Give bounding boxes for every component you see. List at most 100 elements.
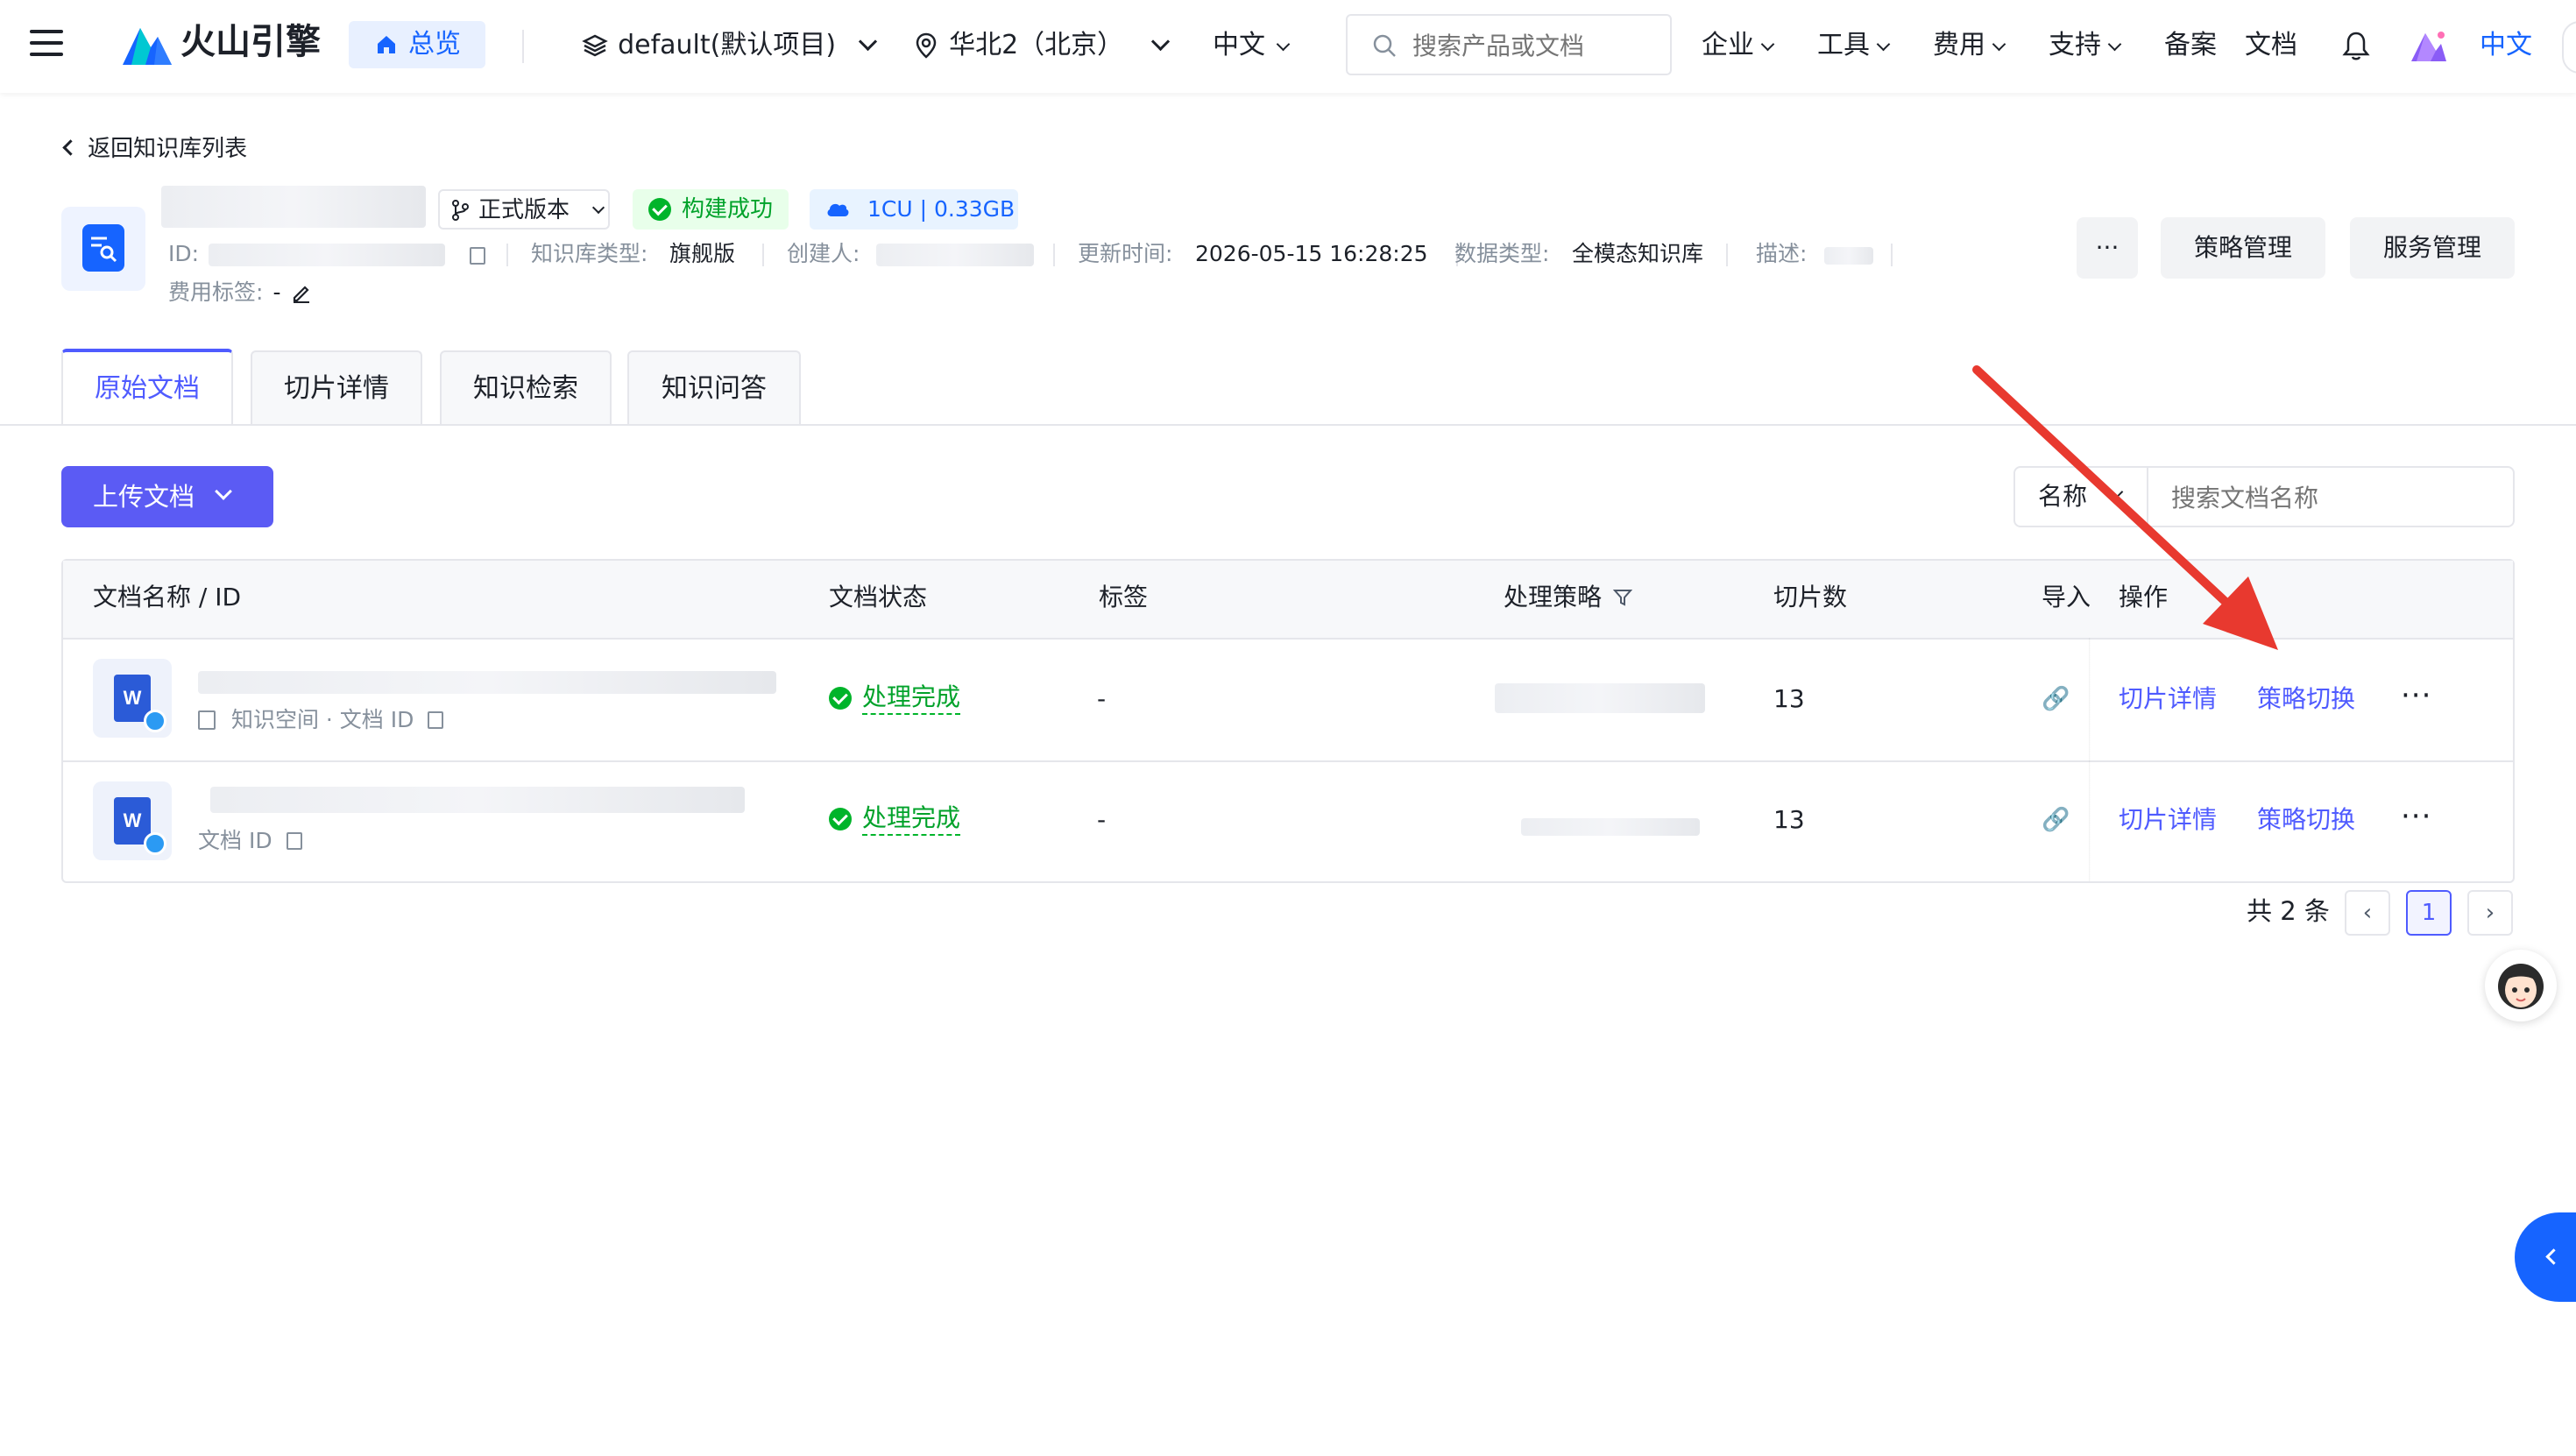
logo-text: 火山引擎 <box>180 22 321 62</box>
slice-details-link[interactable]: 切片详情 <box>2119 682 2217 717</box>
filter-icon[interactable] <box>1612 588 1633 607</box>
slice-details-link[interactable]: 切片详情 <box>2119 802 2217 838</box>
strategy-redacted <box>1521 818 1700 836</box>
copy-icon[interactable] <box>428 711 444 729</box>
status-text[interactable]: 处理完成 <box>862 803 961 836</box>
chevron-down-icon <box>2107 37 2122 52</box>
language-selector[interactable]: 中文 <box>1213 26 1291 65</box>
strategy-management-button[interactable]: 策略管理 <box>2161 217 2325 279</box>
menu-billing-label: 费用 <box>1933 30 1985 60</box>
chevron-down-icon <box>1151 32 1171 52</box>
menu-enterprise[interactable]: 企业 <box>1702 26 1775 65</box>
document-search-icon <box>91 237 117 263</box>
collapse-side-panel-button[interactable] <box>2515 1212 2576 1302</box>
doc-name-redacted[interactable] <box>198 671 776 694</box>
col-tags: 标签 <box>1099 583 1149 611</box>
filter-field-select[interactable]: 名称 <box>2013 466 2148 527</box>
creator-value-redacted <box>876 244 1034 266</box>
row-more-button[interactable]: ··· <box>2401 799 2431 834</box>
tab-knowledge-search[interactable]: 知识检索 <box>440 350 612 424</box>
chevron-left-icon <box>62 139 79 156</box>
tab-slice-details[interactable]: 切片详情 <box>251 350 422 424</box>
filter-label: 名称 <box>2038 482 2088 511</box>
bell-icon[interactable] <box>2341 30 2371 61</box>
service-management-button[interactable]: 服务管理 <box>2350 217 2515 279</box>
branch-icon <box>452 200 469 221</box>
back-to-list-link[interactable]: 返回知识库列表 <box>62 131 247 166</box>
menu-tools[interactable]: 工具 <box>1817 26 1891 65</box>
tabs-underline <box>0 424 2576 426</box>
chevron-down-icon <box>215 483 232 500</box>
row-more-button[interactable]: ··· <box>2401 678 2431 713</box>
overview-button[interactable]: 总览 <box>349 21 485 68</box>
next-page-button[interactable]: › <box>2467 890 2513 936</box>
user-avatar[interactable] <box>2562 21 2576 74</box>
chevron-down-icon <box>859 32 878 52</box>
menu-support-label: 支持 <box>2049 30 2101 60</box>
global-search-box[interactable] <box>1346 14 1672 75</box>
doc-search-box[interactable] <box>2147 466 2515 527</box>
id-label: ID: <box>168 241 200 266</box>
top-navigation: 火山引擎 总览 default(默认项目) 华北2（北京） 中文 搜索产品或文档… <box>0 0 2576 93</box>
status-text[interactable]: 处理完成 <box>862 682 961 715</box>
word-doc-icon: W <box>93 781 172 860</box>
region-label: 华北2（北京） <box>949 30 1124 60</box>
ai-assistant-icon[interactable] <box>2410 28 2448 63</box>
doc-search-input[interactable] <box>2169 478 2497 517</box>
col-doc-name: 文档名称 / ID <box>93 583 242 611</box>
doc-name-redacted[interactable] <box>210 787 745 813</box>
tab-original-docs[interactable]: 原始文档 <box>61 349 233 424</box>
link-docs[interactable]: 文档 <box>2245 26 2297 65</box>
kb-name-redacted <box>161 186 426 228</box>
logo[interactable]: 火山引擎 <box>123 18 324 70</box>
upload-label: 上传文档 <box>93 482 195 512</box>
strategy-switch-link[interactable]: 策略切换 <box>2257 682 2355 717</box>
import-link-icon[interactable]: 🔗 <box>2042 682 2070 717</box>
copy-icon[interactable] <box>470 247 485 265</box>
menu-support[interactable]: 支持 <box>2049 26 2122 65</box>
tab-knowledge-qa[interactable]: 知识问答 <box>627 350 801 424</box>
col-strategy-label: 处理策略 <box>1504 583 1603 611</box>
strategy-switch-link[interactable]: 策略切换 <box>2257 802 2355 838</box>
chevron-down-icon <box>591 201 605 215</box>
kb-info-row: ID: 知识库类型: 旗舰版 创建人: 更新时间: 2026-05-15 16:… <box>168 237 1921 272</box>
chevron-down-icon <box>1876 37 1891 52</box>
col-actions: 操作 <box>2119 583 2169 611</box>
project-selector[interactable]: default(默认项目) <box>582 26 878 65</box>
menu-enterprise-label: 企业 <box>1702 30 1754 60</box>
cost-tag-label: 费用标签: <box>168 279 264 305</box>
upload-document-button[interactable]: 上传文档 <box>61 466 273 527</box>
updated-label: 更新时间: <box>1078 241 1173 266</box>
col-strategy[interactable]: 处理策略 <box>1504 580 1633 615</box>
prev-page-button[interactable]: ‹ <box>2345 890 2390 936</box>
link-filing[interactable]: 备案 <box>2164 26 2217 65</box>
slice-count: 13 <box>1773 805 1805 834</box>
copy-icon[interactable] <box>286 832 302 850</box>
region-selector[interactable]: 华北2（北京） <box>915 26 1171 65</box>
space-icon <box>198 710 216 730</box>
language-switch[interactable]: 中文 <box>2480 26 2532 65</box>
updated-value: 2026-05-15 16:28:25 <box>1195 241 1428 266</box>
import-link-icon[interactable]: 🔗 <box>2042 802 2070 838</box>
version-selector[interactable]: 正式版本 <box>438 189 610 230</box>
chevron-down-icon <box>1760 37 1775 52</box>
assistant-avatar-button[interactable] <box>2485 950 2557 1021</box>
search-icon <box>1373 34 1396 57</box>
doc-meta-label: 文档 ID <box>198 828 272 853</box>
data-type-label: 数据类型: <box>1454 241 1550 266</box>
layers-icon <box>582 34 608 57</box>
hamburger-menu-icon[interactable] <box>30 30 63 56</box>
resource-label: 1CU | 0.33GB <box>867 196 1016 222</box>
slice-count: 13 <box>1773 684 1805 713</box>
home-icon <box>378 36 395 53</box>
edit-pencil-icon[interactable] <box>291 282 312 303</box>
page-number-button[interactable]: 1 <box>2406 890 2452 936</box>
menu-billing[interactable]: 费用 <box>1933 26 2006 65</box>
cost-tag-value: - <box>272 279 281 305</box>
kb-type-label: 知识库类型: <box>531 241 648 266</box>
check-circle-icon <box>829 687 852 710</box>
global-search-input[interactable] <box>1411 26 1660 65</box>
build-status-badge: 构建成功 <box>633 189 789 230</box>
kb-icon <box>61 207 145 291</box>
more-actions-button[interactable]: ··· <box>2077 217 2138 279</box>
